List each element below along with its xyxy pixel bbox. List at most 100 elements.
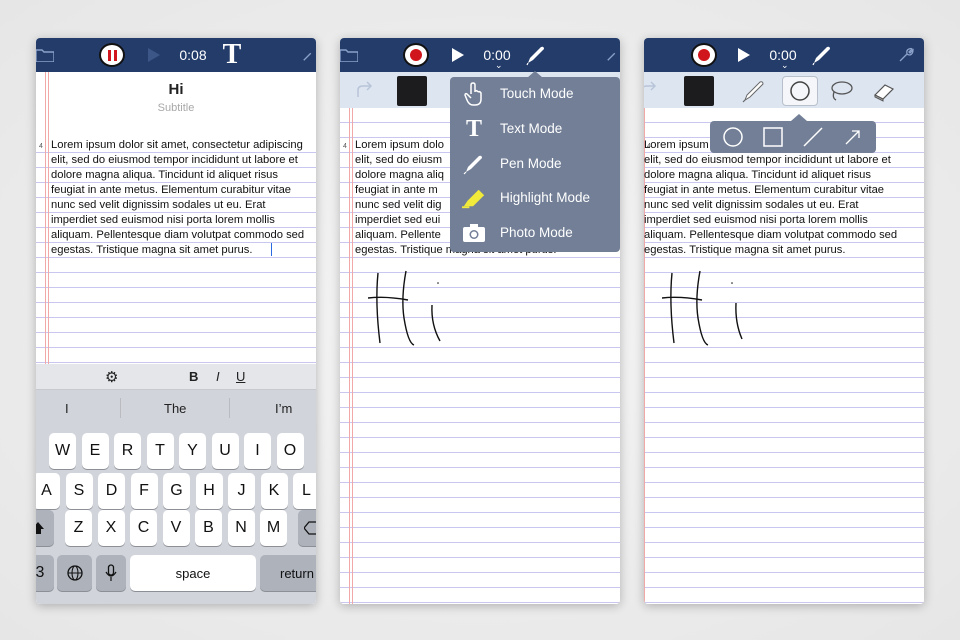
italic-button[interactable]: I	[216, 369, 220, 384]
record-button[interactable]	[691, 43, 717, 67]
gear-icon[interactable]: ⚙	[105, 368, 118, 386]
key-g[interactable]: G	[163, 473, 190, 509]
chevron-down-icon[interactable]: ⌄	[781, 60, 789, 71]
menu-item-photo-mode[interactable]: Photo Mode	[450, 216, 620, 250]
numbers-key[interactable]: 3	[36, 555, 54, 591]
wrench-icon[interactable]	[896, 38, 916, 72]
note-title[interactable]: Hi	[36, 81, 316, 98]
wrench-icon[interactable]	[606, 38, 620, 72]
color-picker-swatch[interactable]	[397, 76, 427, 106]
key-f[interactable]: F	[130, 473, 158, 509]
redo-icon[interactable]	[644, 81, 658, 104]
key-c[interactable]: C	[130, 510, 157, 546]
key-a[interactable]: A	[36, 473, 60, 509]
bold-button[interactable]: B	[189, 369, 198, 384]
microphone-icon[interactable]	[96, 555, 126, 591]
camera-icon	[462, 222, 486, 244]
shape-picker	[710, 121, 876, 153]
key-b[interactable]: B	[195, 510, 222, 546]
play-button[interactable]	[450, 38, 466, 72]
pen-icon[interactable]	[736, 76, 772, 106]
line-marker: 4	[343, 143, 347, 150]
key-v[interactable]: V	[162, 510, 190, 546]
folder-icon[interactable]	[340, 38, 358, 72]
key-r[interactable]: R	[114, 433, 141, 469]
key-d[interactable]: D	[98, 473, 125, 509]
menu-item-label: Touch Mode	[500, 86, 574, 101]
more-icon[interactable]: ⋮	[312, 368, 316, 384]
pen-mode-button[interactable]	[524, 38, 548, 72]
pause-recording-button[interactable]	[99, 43, 125, 67]
menu-item-touch-mode[interactable]: Touch Mode	[450, 77, 620, 111]
record-button[interactable]	[403, 43, 429, 67]
menu-item-text-mode[interactable]: T Text Mode	[450, 112, 620, 146]
mode-menu: Touch Mode T Text Mode Pen Mode Highligh…	[450, 77, 620, 252]
suggestion-bar: I The I’m	[36, 390, 316, 426]
play-button[interactable]	[146, 38, 162, 72]
phone-screen-shape-tools: 0:00 ⌄ 4 Lorem ipsum elit, sed do eiusmod…	[644, 38, 924, 604]
handwriting-drawing	[662, 270, 743, 346]
key-k[interactable]: K	[260, 473, 288, 509]
square-icon[interactable]	[758, 126, 788, 148]
note-subtitle[interactable]: Subtitle	[36, 102, 316, 114]
keyboard: ⚙ B I U ⋮ I The I’m WERTYUIOASDFGHJKLZXC…	[36, 364, 316, 604]
key-e[interactable]: E	[81, 433, 109, 469]
shift-key[interactable]	[36, 510, 54, 546]
key-t[interactable]: T	[146, 433, 174, 469]
eraser-icon[interactable]	[866, 76, 902, 106]
globe-icon[interactable]	[57, 555, 92, 591]
suggestion-item[interactable]: I’m	[275, 401, 292, 416]
line-marker: 4	[39, 143, 43, 150]
arrow-icon[interactable]	[838, 126, 868, 148]
redo-icon[interactable]	[354, 81, 374, 104]
key-i[interactable]: I	[244, 433, 271, 469]
backspace-key[interactable]	[298, 510, 316, 546]
shape-circle-icon[interactable]	[782, 76, 818, 106]
note-body-text[interactable]: Lorem ipsum elit, sed do eiusmod tempor i…	[644, 138, 897, 258]
phone-screen-text-mode: 0:08 T Hi Subtitle 4 Lorem ipsum dolor s…	[36, 38, 316, 604]
key-z[interactable]: Z	[65, 510, 92, 546]
format-bar: ⚙ B I U ⋮	[36, 364, 316, 390]
key-m[interactable]: M	[260, 510, 287, 546]
body-line: nunc sed velit dignissim sodales ut eu. …	[644, 199, 859, 211]
body-line: Lorem ipsum dolor sit amet, consectetur …	[51, 139, 303, 151]
space-key[interactable]: space	[130, 555, 256, 591]
text-mode-button[interactable]: T	[220, 38, 244, 72]
return-key[interactable]: return	[260, 555, 316, 591]
key-s[interactable]: S	[65, 473, 93, 509]
lasso-icon[interactable]	[824, 76, 860, 106]
color-picker-swatch[interactable]	[684, 76, 714, 106]
body-line: egestas. Tristique magna sit amet purus.	[644, 244, 846, 256]
menu-item-label: Highlight Mode	[500, 190, 591, 205]
folder-icon[interactable]	[36, 38, 54, 72]
text-t-icon: T	[465, 115, 482, 142]
chevron-down-icon[interactable]: ⌄	[495, 60, 503, 71]
drawing-tools	[736, 76, 906, 106]
line-icon[interactable]	[798, 126, 828, 148]
circle-icon[interactable]	[718, 126, 748, 148]
key-y[interactable]: Y	[179, 433, 206, 469]
key-l[interactable]: L	[293, 473, 316, 509]
key-w[interactable]: W	[49, 433, 76, 469]
phone-screen-mode-menu: 0:00 ⌄ 4 Lorem ipsum dolo elit, sed do ei…	[340, 38, 620, 604]
menu-item-highlight-mode[interactable]: Highlight Mode	[450, 181, 620, 215]
hand-pointer-icon	[462, 82, 486, 106]
body-line: imperdiet sed euismod nisi porta lorem m…	[51, 214, 275, 226]
suggestion-item[interactable]: The	[164, 401, 186, 416]
body-line: nunc sed velit dignissim sodales ut eu. …	[51, 199, 266, 211]
wrench-icon[interactable]	[302, 38, 316, 72]
key-x[interactable]: X	[97, 510, 125, 546]
play-button[interactable]	[736, 38, 752, 72]
handwriting-drawing	[368, 270, 441, 346]
key-j[interactable]: J	[228, 473, 255, 509]
underline-button[interactable]: U	[236, 369, 245, 384]
note-body-text[interactable]: Lorem ipsum dolor sit amet, consectetur …	[51, 138, 304, 258]
menu-item-pen-mode[interactable]: Pen Mode	[450, 147, 620, 181]
recording-time: 0:08	[179, 47, 207, 63]
key-n[interactable]: N	[227, 510, 255, 546]
key-u[interactable]: U	[211, 433, 239, 469]
pen-mode-button[interactable]	[810, 38, 834, 72]
suggestion-item[interactable]: I	[65, 401, 69, 416]
key-o[interactable]: O	[276, 433, 304, 469]
key-h[interactable]: H	[195, 473, 223, 509]
